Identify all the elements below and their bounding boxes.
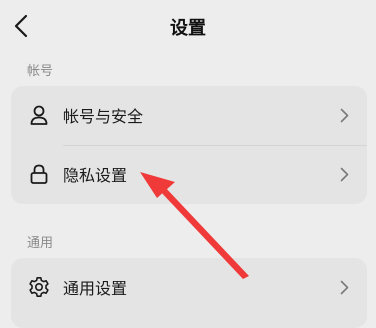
settings-row-general[interactable]: 通用设置 <box>11 258 367 316</box>
row-label: 隐私设置 <box>63 166 128 185</box>
row-label: 帐号与安全 <box>63 107 144 126</box>
row-label: 通用设置 <box>63 279 128 298</box>
settings-row-account-security[interactable]: 帐号与安全 <box>11 86 367 144</box>
row-divider <box>63 145 367 146</box>
gear-icon <box>27 275 51 299</box>
chevron-right-icon <box>339 107 349 123</box>
page-header: 设置 <box>0 0 376 52</box>
page-title: 设置 <box>170 18 206 39</box>
general-card: 通用设置 <box>11 258 367 328</box>
section-label-account: 帐号 <box>27 64 54 79</box>
section-label-general: 通用 <box>27 236 54 251</box>
account-card: 帐号与安全 隐私设置 <box>11 86 367 204</box>
lock-icon <box>27 162 51 186</box>
chevron-right-icon <box>339 166 349 182</box>
settings-row-privacy[interactable]: 隐私设置 <box>11 145 367 203</box>
chevron-right-icon <box>339 279 349 295</box>
user-icon <box>27 103 51 127</box>
